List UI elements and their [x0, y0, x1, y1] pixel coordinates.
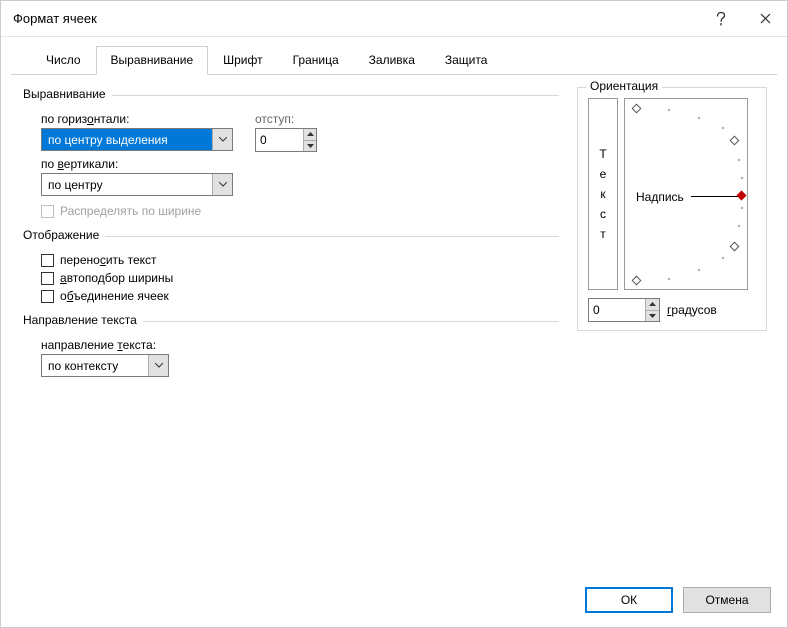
spinner-degrees-input[interactable] — [589, 299, 645, 321]
help-icon — [716, 12, 726, 26]
combo-horizontal[interactable]: по центру выделения — [41, 128, 233, 151]
spinner-indent-up[interactable] — [304, 129, 316, 140]
tab-number[interactable]: Число — [31, 46, 96, 75]
combo-horizontal-button[interactable] — [212, 129, 232, 150]
diamond-icon — [730, 136, 740, 146]
checkbox-merge-label: объединение ячеек — [60, 289, 169, 303]
dialog-title: Формат ячеек — [13, 11, 699, 26]
triangle-down-icon — [307, 144, 314, 148]
diamond-icon — [730, 242, 740, 252]
checkbox-merge-box[interactable] — [41, 290, 54, 303]
spinner-indent-down[interactable] — [304, 140, 316, 152]
dot-icon — [668, 278, 671, 281]
orientation-vertical-text-button[interactable]: Т е к с т — [588, 98, 618, 290]
format-cells-dialog: Формат ячеек Число Выравнивание Шрифт Гр… — [0, 0, 788, 628]
dot-icon — [741, 177, 744, 180]
group-alignment-legend: Выравнивание — [23, 87, 112, 101]
checkbox-wrap-text-label: переносить текст — [60, 253, 157, 267]
chevron-down-icon — [219, 182, 227, 187]
help-button[interactable] — [699, 1, 743, 37]
tab-alignment[interactable]: Выравнивание — [96, 46, 209, 75]
triangle-up-icon — [307, 132, 314, 136]
tab-protection[interactable]: Защита — [430, 46, 503, 75]
dot-icon — [668, 109, 671, 112]
spinner-indent[interactable] — [255, 128, 317, 152]
combo-text-direction-button[interactable] — [148, 355, 168, 376]
close-icon — [760, 13, 771, 24]
diamond-icon — [632, 104, 642, 114]
label-vertical: по вертикали: — [41, 157, 233, 171]
group-text-direction: Направление текста направление текста: п… — [23, 321, 559, 383]
checkbox-distribute-label: Распределять по ширине — [60, 204, 201, 218]
group-orientation-legend: Ориентация — [586, 79, 662, 93]
diamond-icon — [632, 276, 642, 286]
chevron-down-icon — [219, 137, 227, 142]
checkbox-merge[interactable]: объединение ячеек — [41, 289, 559, 303]
combo-vertical-button[interactable] — [212, 174, 232, 195]
spinner-indent-input[interactable] — [256, 129, 303, 151]
checkbox-shrink-box[interactable] — [41, 272, 54, 285]
dialog-footer: ОК Отмена — [1, 577, 787, 627]
group-orientation: Ориентация Т е к с т — [577, 87, 767, 331]
label-text-direction: направление текста: — [41, 338, 559, 352]
group-display-legend: Отображение — [23, 228, 105, 242]
group-alignment: Выравнивание по горизонтали: по центру в… — [23, 95, 559, 228]
combo-text-direction-value: по контексту — [42, 355, 148, 376]
spinner-degrees[interactable] — [588, 298, 660, 322]
spinner-degrees-up[interactable] — [646, 299, 659, 310]
label-indent: отступ: — [255, 112, 317, 126]
checkbox-wrap-text-box[interactable] — [41, 254, 54, 267]
combo-vertical-value: по центру — [42, 174, 212, 195]
checkbox-shrink-label: автоподбор ширины — [60, 271, 173, 285]
dot-icon — [698, 269, 701, 272]
triangle-up-icon — [649, 302, 656, 306]
tab-border[interactable]: Граница — [278, 46, 354, 75]
orientation-wheel[interactable]: Надпись — [624, 98, 748, 290]
titlebar: Формат ячеек — [1, 1, 787, 37]
checkbox-distribute-box — [41, 205, 54, 218]
chevron-down-icon — [155, 363, 163, 368]
label-degrees: градусов — [667, 303, 717, 317]
spinner-degrees-down[interactable] — [646, 310, 659, 322]
checkbox-distribute: Распределять по ширине — [41, 204, 559, 218]
cancel-button[interactable]: Отмена — [683, 587, 771, 613]
ok-button[interactable]: ОК — [585, 587, 673, 613]
dot-icon — [738, 159, 741, 162]
orientation-horizontal-label: Надпись — [636, 190, 684, 204]
dot-icon — [741, 207, 744, 210]
triangle-down-icon — [649, 314, 656, 318]
dot-icon — [722, 127, 725, 130]
orientation-line — [691, 196, 739, 197]
combo-text-direction[interactable]: по контексту — [41, 354, 169, 377]
dot-icon — [738, 225, 741, 228]
orientation-pointer-icon[interactable] — [737, 191, 747, 201]
label-horizontal: по горизонтали: — [41, 112, 233, 126]
tab-fill[interactable]: Заливка — [354, 46, 430, 75]
tabstrip: Число Выравнивание Шрифт Граница Заливка… — [11, 37, 777, 75]
combo-vertical[interactable]: по центру — [41, 173, 233, 196]
close-button[interactable] — [743, 1, 787, 37]
group-display: Отображение переносить текст автоподбор … — [23, 236, 559, 313]
combo-horizontal-value: по центру выделения — [42, 129, 212, 150]
dot-icon — [722, 257, 725, 260]
dot-icon — [698, 117, 701, 120]
checkbox-shrink[interactable]: автоподбор ширины — [41, 271, 559, 285]
group-text-direction-legend: Направление текста — [23, 313, 143, 327]
checkbox-wrap-text[interactable]: переносить текст — [41, 253, 559, 267]
tab-font[interactable]: Шрифт — [208, 46, 277, 75]
